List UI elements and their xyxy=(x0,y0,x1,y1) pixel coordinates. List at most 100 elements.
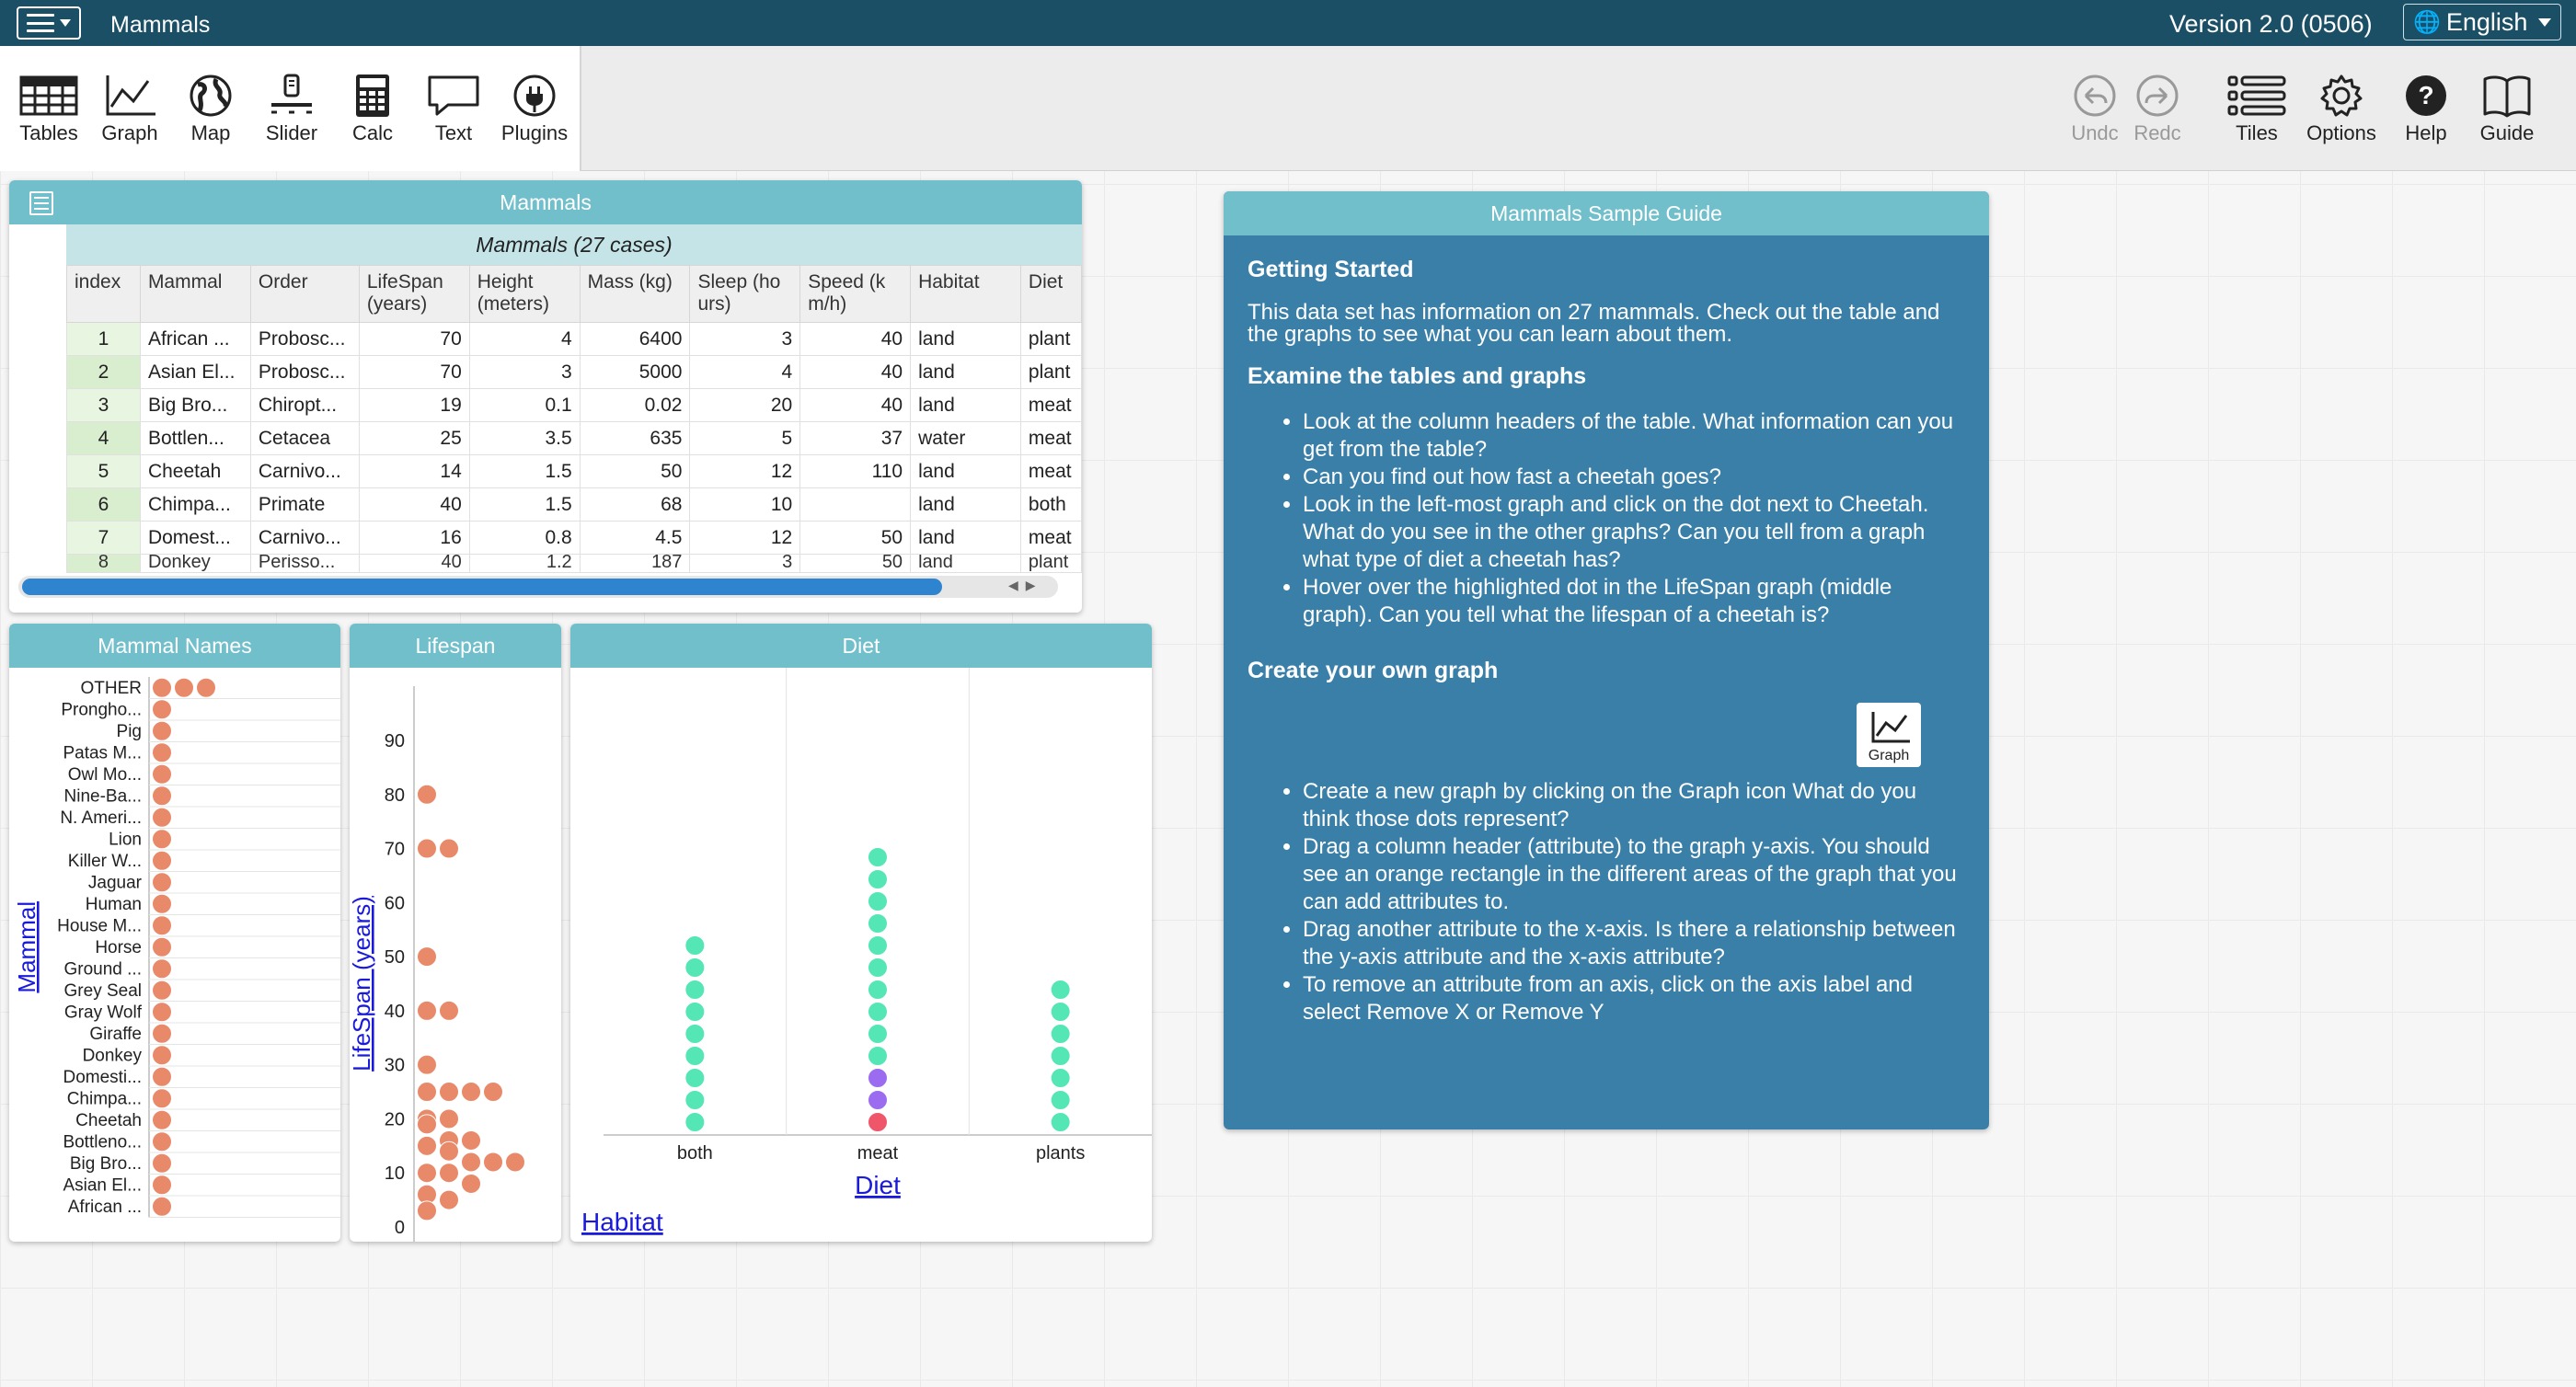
data-point[interactable] xyxy=(152,1045,172,1066)
scrollbar-thumb[interactable] xyxy=(22,579,942,595)
data-point[interactable] xyxy=(1050,1112,1071,1132)
table-cell[interactable]: 1.5 xyxy=(468,487,581,522)
data-point[interactable] xyxy=(1050,1090,1071,1110)
table-cell[interactable]: plant xyxy=(1019,355,1082,389)
table-cell[interactable]: plant xyxy=(1019,554,1082,573)
table-cell[interactable]: 3.5 xyxy=(468,421,581,455)
table-cell[interactable]: 6400 xyxy=(579,322,691,356)
data-point[interactable] xyxy=(439,1163,459,1184)
tables-tool-button[interactable]: Tables xyxy=(7,74,90,145)
data-point[interactable] xyxy=(152,936,172,957)
table-cell[interactable]: 40 xyxy=(799,355,912,389)
lifespan-dot-plot[interactable]: 0 10 20 30 40 50 60 70 80 90 LifeSpan (years) xyxy=(350,668,561,1242)
table-cell[interactable]: Primate xyxy=(249,487,360,522)
main-menu-button[interactable] xyxy=(17,6,81,40)
table-cell[interactable]: land xyxy=(910,322,1021,356)
table-cell[interactable]: 20 xyxy=(689,388,801,422)
table-cell[interactable]: 0.8 xyxy=(468,521,581,555)
scroll-arrows-icon[interactable]: ◀▶ xyxy=(1008,578,1043,593)
data-point[interactable] xyxy=(417,1054,437,1075)
table-cell[interactable]: 10 xyxy=(689,487,801,522)
data-point[interactable] xyxy=(684,1090,706,1110)
mammal-names-graph-tile[interactable]: Mammal Names OTHER Prongho... Pig Patas M..… xyxy=(9,624,340,1242)
data-point[interactable] xyxy=(868,1068,888,1088)
table-cell[interactable]: 40 xyxy=(358,487,470,522)
table-cell[interactable]: Bottlen... xyxy=(139,421,251,455)
table-cell[interactable]: 40 xyxy=(799,388,912,422)
names-dot-plot[interactable]: OTHER Prongho... Pig Patas M... Owl Mo...Nin… xyxy=(9,668,340,1242)
table-cell[interactable]: 2 xyxy=(66,355,141,389)
data-point[interactable] xyxy=(505,1152,525,1173)
data-point[interactable] xyxy=(174,677,194,698)
data-point[interactable] xyxy=(684,1002,706,1022)
data-point[interactable] xyxy=(684,1046,706,1066)
table-cell[interactable]: 50 xyxy=(799,554,912,573)
table-cell[interactable]: 3 xyxy=(468,355,581,389)
table-cell[interactable]: 6 xyxy=(66,487,141,522)
table-row[interactable]: 4 Bottlen... Cetacea 25 3.5 635 5 37 water meat xyxy=(66,421,1082,455)
column-header[interactable]: index xyxy=(66,265,141,323)
legend-title[interactable]: Habitat xyxy=(581,1208,663,1236)
data-point[interactable] xyxy=(868,891,888,911)
table-cell[interactable]: 50 xyxy=(579,454,691,488)
table-cell[interactable]: 25 xyxy=(358,421,470,455)
data-point[interactable] xyxy=(439,1141,459,1162)
data-point[interactable] xyxy=(152,980,172,1001)
calc-tool-button[interactable]: Calc xyxy=(331,74,414,145)
table-cell[interactable]: land xyxy=(910,388,1021,422)
column-header[interactable]: Mammal xyxy=(139,265,251,323)
mammals-table-tile[interactable]: Mammals Mammals (27 cases) index Mammal Or… xyxy=(9,180,1082,613)
table-cell[interactable]: meat xyxy=(1019,454,1082,488)
table-cell[interactable]: 40 xyxy=(799,322,912,356)
diet-graph-titlebar[interactable]: Diet xyxy=(570,624,1152,668)
data-point[interactable] xyxy=(152,915,172,936)
data-point[interactable] xyxy=(868,980,888,1000)
redo-button[interactable]: Redc xyxy=(2116,74,2199,145)
data-point[interactable] xyxy=(439,1082,459,1103)
data-point[interactable] xyxy=(152,742,172,763)
data-point[interactable] xyxy=(684,957,706,978)
slider-tool-button[interactable]: Slider xyxy=(250,74,333,145)
data-point[interactable] xyxy=(868,869,888,889)
table-cell[interactable]: Carnivo... xyxy=(249,521,360,555)
data-point[interactable] xyxy=(461,1152,481,1173)
map-tool-button[interactable]: Map xyxy=(169,74,252,145)
data-point[interactable] xyxy=(1050,980,1071,1000)
table-cell[interactable]: 4.5 xyxy=(579,521,691,555)
table-cell[interactable]: 0.1 xyxy=(468,388,581,422)
y-axis-label[interactable]: LifeSpan (years) xyxy=(350,896,375,1072)
table-cell[interactable]: water xyxy=(910,421,1021,455)
data-point[interactable] xyxy=(417,838,437,859)
table-cell[interactable]: Probosc... xyxy=(249,322,360,356)
data-point[interactable] xyxy=(152,699,172,720)
table-cell[interactable]: 37 xyxy=(799,421,912,455)
names-graph-titlebar[interactable]: Mammal Names xyxy=(9,624,340,668)
data-point[interactable] xyxy=(152,958,172,980)
data-point[interactable] xyxy=(868,913,888,934)
table-cell[interactable]: 3 xyxy=(689,554,801,573)
table-cell[interactable]: 1.2 xyxy=(468,554,581,573)
table-cell[interactable]: 8 xyxy=(66,554,141,573)
table-row[interactable]: 5 Cheetah Carnivo... 14 1.5 50 12 110 land meat xyxy=(66,454,1082,488)
table-cell[interactable]: 5 xyxy=(689,421,801,455)
data-point[interactable] xyxy=(461,1173,481,1194)
case-table-icon[interactable] xyxy=(29,191,53,215)
table-row[interactable]: 1 African ... Probosc... 70 4 6400 3 40 land plan… xyxy=(66,322,1082,356)
data-point[interactable] xyxy=(152,1066,172,1087)
data-point[interactable] xyxy=(1050,1002,1071,1022)
data-point[interactable] xyxy=(1050,1024,1071,1044)
data-point[interactable] xyxy=(868,1046,888,1066)
table-cell[interactable]: land xyxy=(910,521,1021,555)
data-point[interactable] xyxy=(868,847,888,867)
table-cell[interactable]: Cetacea xyxy=(249,421,360,455)
table-cell[interactable]: meat xyxy=(1019,521,1082,555)
table-cell[interactable]: 16 xyxy=(358,521,470,555)
document-title[interactable]: Mammals xyxy=(110,12,210,39)
table-cell[interactable]: 5 xyxy=(66,454,141,488)
language-menu-button[interactable]: 🌐 English xyxy=(2403,4,2561,40)
table-cell[interactable]: 5000 xyxy=(579,355,691,389)
data-point[interactable] xyxy=(461,1082,481,1103)
data-point[interactable] xyxy=(152,829,172,850)
data-point[interactable] xyxy=(1050,1046,1071,1066)
data-point[interactable] xyxy=(417,1082,437,1103)
